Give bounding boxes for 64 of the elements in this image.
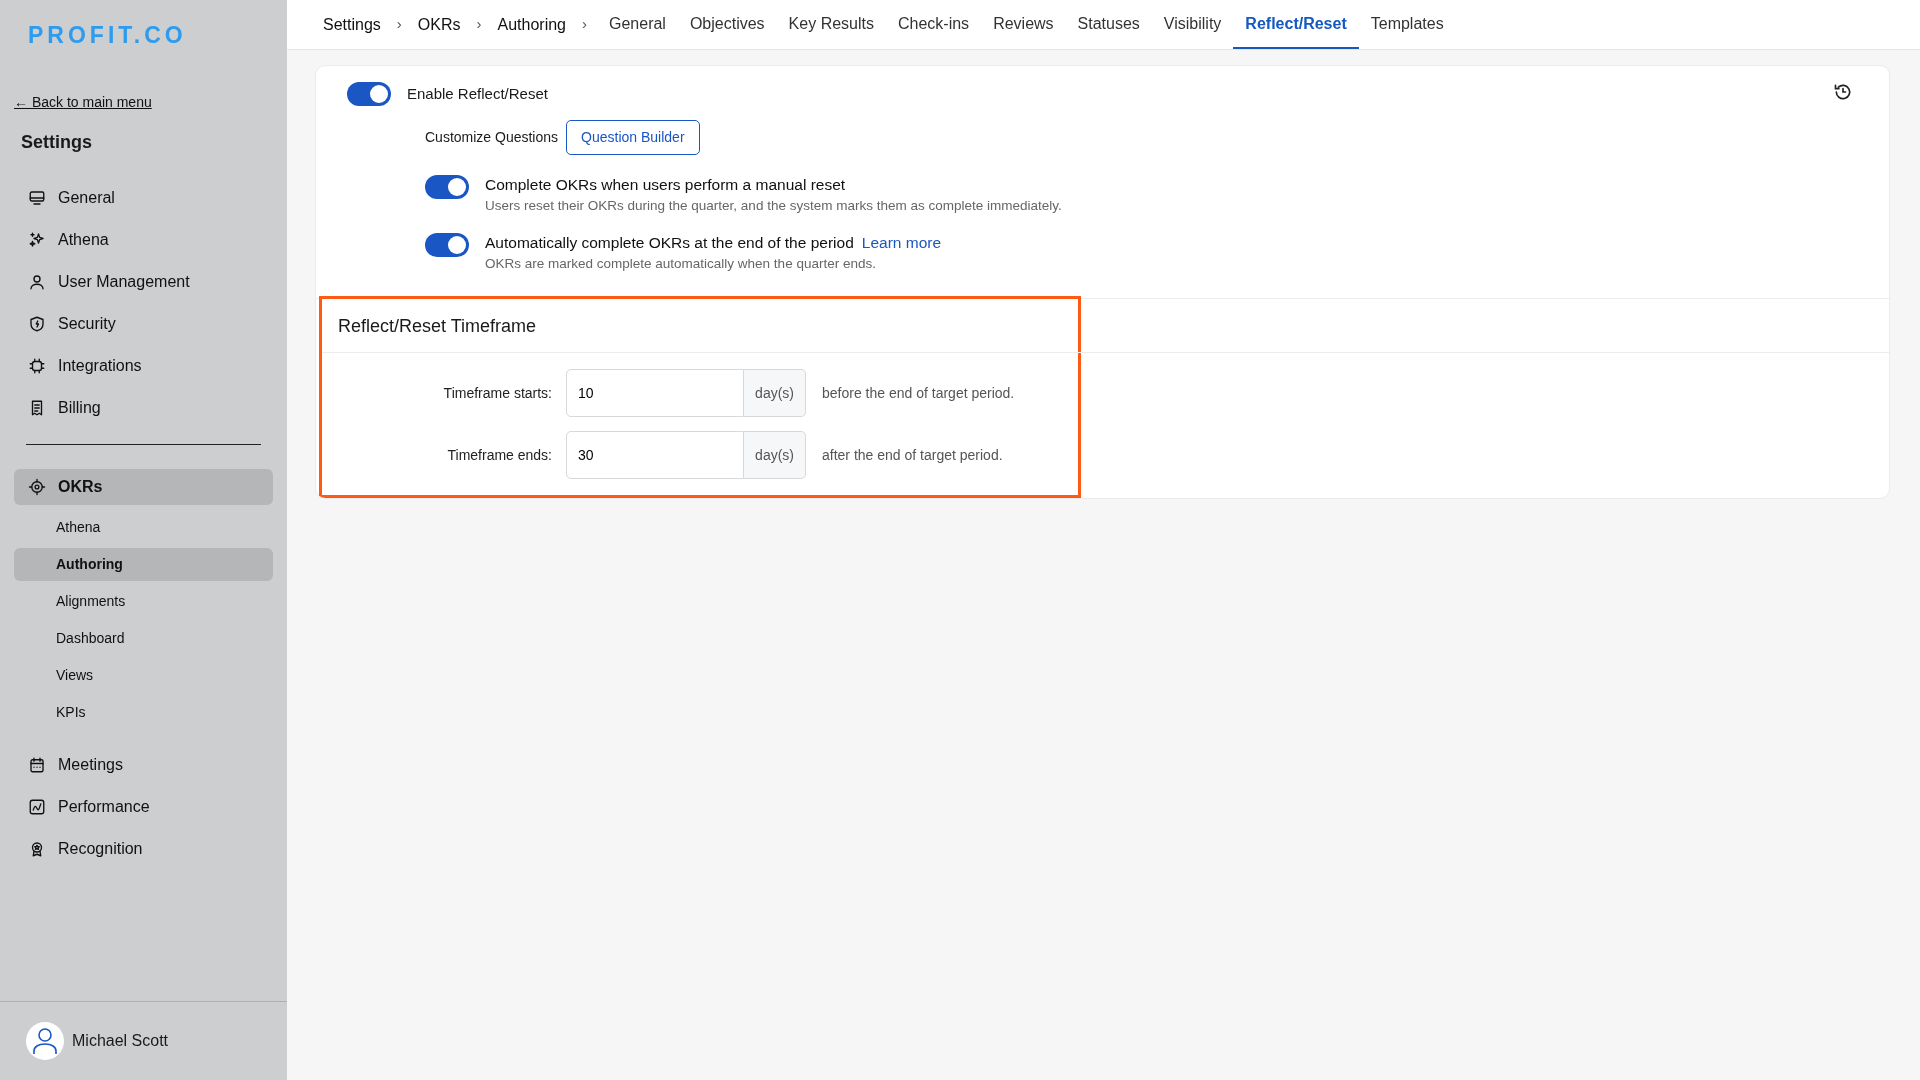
tab[interactable]: Statuses (1065, 0, 1152, 49)
shield-icon (28, 315, 46, 333)
sidebar-subitem[interactable]: Views (14, 659, 273, 692)
sidebar-item[interactable]: Security (14, 306, 273, 342)
option-title: Automatically complete OKRs at the end of the period (485, 233, 854, 251)
tab[interactable]: Reflect/Reset (1233, 0, 1359, 49)
breadcrumb-separator: › (475, 14, 483, 35)
person-icon (28, 273, 46, 291)
toggle-switch[interactable] (347, 82, 391, 106)
breadcrumb-item[interactable]: Settings (317, 0, 387, 49)
toggle-switch[interactable] (425, 175, 469, 199)
sidebar-item[interactable]: Performance (14, 789, 273, 825)
target-icon (28, 478, 46, 496)
breadcrumb-separator: › (581, 14, 588, 35)
tab[interactable]: Objectives (677, 0, 777, 49)
tab[interactable]: Check-ins (886, 0, 982, 49)
field-suffix: after the end of target period. (822, 445, 1003, 465)
section-title: Reflect/Reset Timeframe (322, 299, 1889, 353)
calendar-icon (28, 756, 46, 774)
days-input[interactable]: 10 (566, 369, 745, 417)
breadcrumb-item[interactable]: Authoring (491, 0, 572, 49)
question-builder-button[interactable]: Question Builder (566, 120, 700, 155)
sidebar-item[interactable]: User Management (14, 264, 273, 300)
toggle-label: Enable Reflect/Reset (407, 83, 548, 104)
field-label: Customize Questions (425, 128, 559, 147)
field-label: Timeframe starts: (442, 383, 552, 403)
tab[interactable]: Key Results (776, 0, 886, 49)
sidebar-item[interactable]: Billing (14, 390, 273, 426)
sidebar-item[interactable]: Integrations (14, 348, 273, 384)
sidebar-item[interactable]: Recognition (14, 831, 273, 867)
tab[interactable]: Templates (1358, 0, 1456, 49)
breadcrumb-item[interactable]: OKRs (411, 0, 467, 49)
sidebar-subitem[interactable]: Alignments (14, 585, 273, 618)
back-link[interactable]: ← Back to main menu (0, 93, 166, 110)
tab[interactable]: General (597, 0, 678, 49)
monitor-icon (28, 189, 46, 207)
sidebar-subitem[interactable]: KPIs (14, 696, 273, 729)
tab[interactable]: Visibility (1151, 0, 1234, 49)
breadcrumb-separator: › (395, 14, 403, 35)
chart-icon (28, 798, 46, 816)
sidebar-item[interactable]: Athena (14, 222, 273, 258)
user-name: Michael Scott (72, 1031, 169, 1051)
sidebar-item[interactable]: General (14, 180, 273, 216)
sparkle-icon (28, 231, 46, 249)
option-title: Complete OKRs when users perform a manual reset (485, 176, 846, 193)
logo: PROFIT.CO (27, 21, 188, 50)
sidebar-item[interactable]: Meetings (14, 747, 273, 783)
unit-label: day(s) (744, 369, 806, 417)
sidebar-subitem[interactable]: Dashboard (14, 622, 273, 655)
sidebar-subitem[interactable]: Authoring (14, 548, 273, 581)
sidebar-heading: Settings (20, 131, 93, 154)
sidebar-item[interactable]: OKRs (14, 469, 273, 505)
option-description: OKRs are marked complete automatically when the quarter ends. (485, 254, 877, 273)
option-description: Users reset their OKRs during the quarter, and the system marks them as complete immediately. (485, 197, 1062, 216)
avatar-icon (26, 1022, 64, 1060)
unit-label: day(s) (744, 431, 806, 479)
tab[interactable]: Reviews (981, 0, 1066, 49)
toggle-switch[interactable] (425, 232, 469, 257)
field-label: Timeframe ends: (446, 445, 552, 465)
learn-more-link[interactable]: Learn more (861, 233, 942, 251)
chip-icon (28, 357, 46, 375)
field-suffix: before the end of target period. (822, 383, 1015, 403)
sidebar-subitem[interactable]: Athena (14, 511, 273, 544)
days-input[interactable]: 30 (566, 431, 745, 479)
